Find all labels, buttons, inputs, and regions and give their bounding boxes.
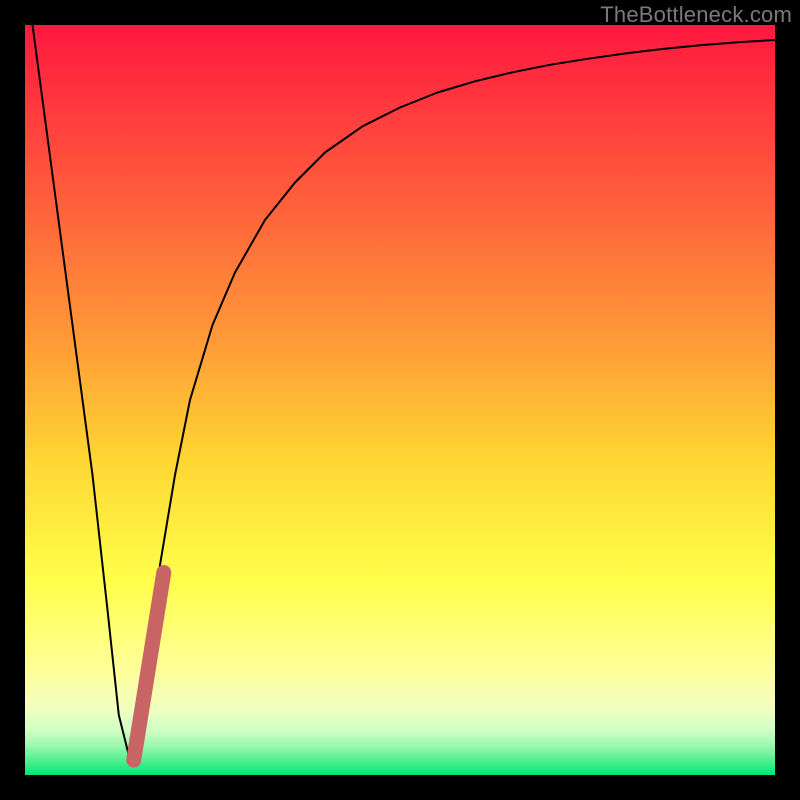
marker-segment [134, 573, 164, 761]
watermark-text: TheBottleneck.com [600, 2, 792, 28]
chart-overlay [25, 25, 775, 775]
chart-plot-area [25, 25, 775, 775]
chart-frame: TheBottleneck.com [0, 0, 800, 800]
